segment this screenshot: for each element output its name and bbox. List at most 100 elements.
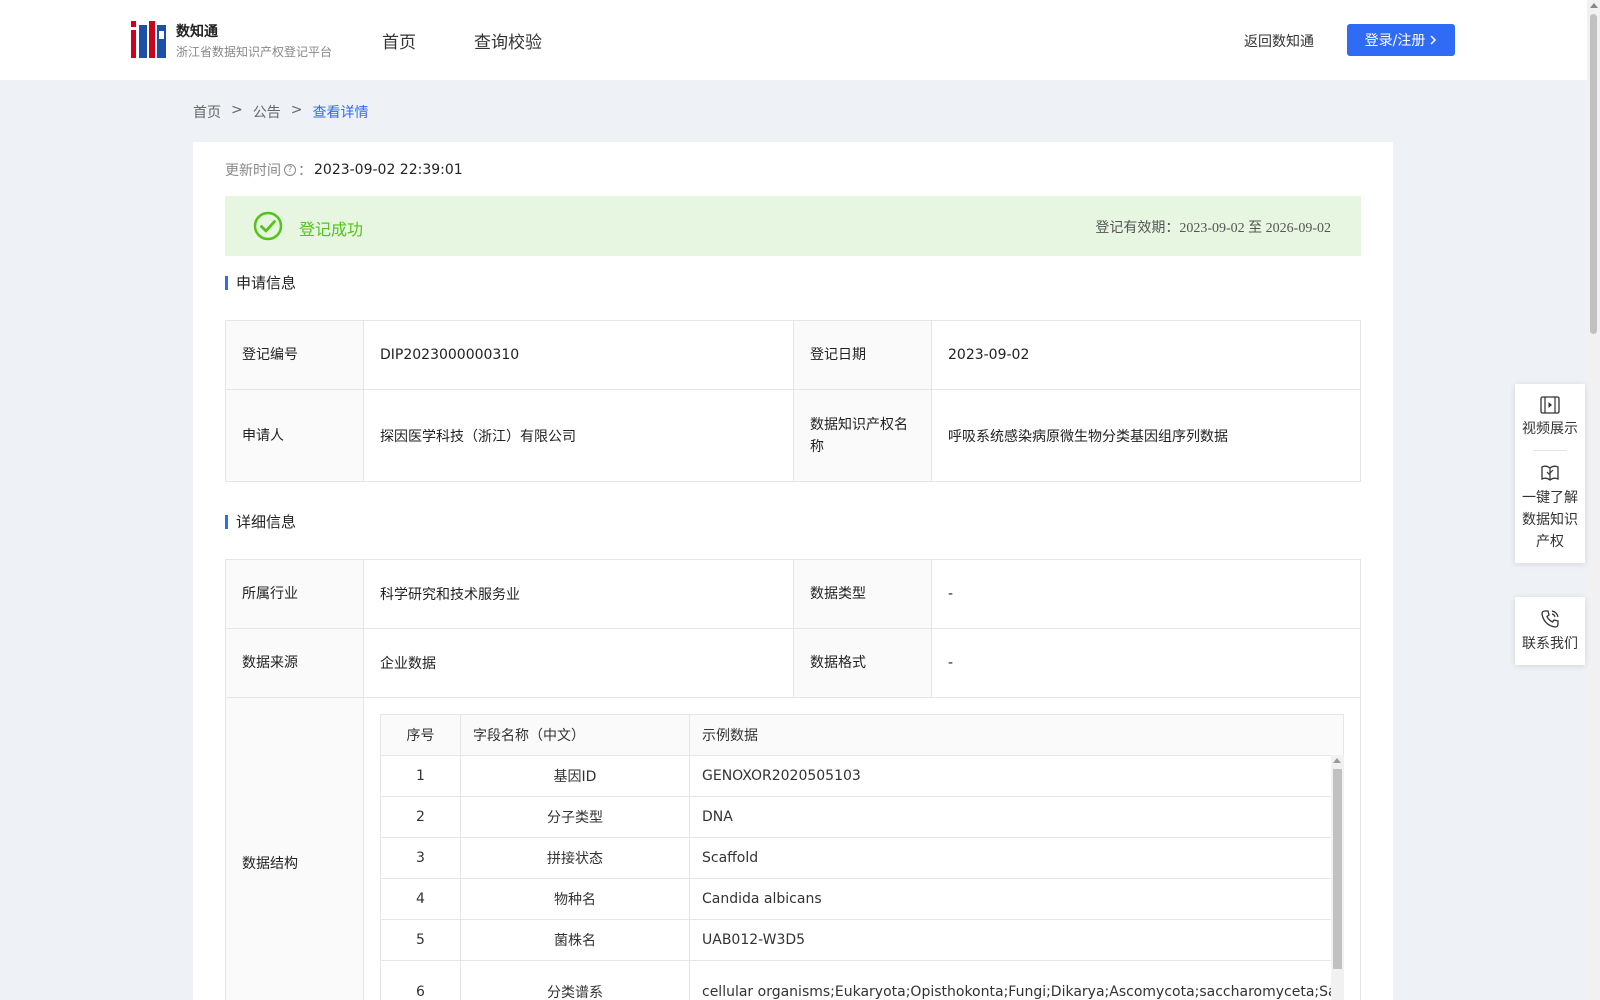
data-structure-label: 数据结构 — [225, 697, 364, 1000]
page-scrollbar[interactable] — [1587, 0, 1600, 1000]
brand-logo-icon[interactable] — [131, 21, 166, 58]
row-field: 基因ID — [460, 755, 690, 797]
scroll-up-arrow-icon[interactable] — [1590, 3, 1598, 8]
breadcrumb-announcement[interactable]: 公告 — [253, 102, 281, 122]
row-field: 分类谱系 — [460, 960, 690, 1000]
validity-range: 2023-09-02 至 2026-09-02 — [1179, 221, 1331, 236]
learn-data-ip-button[interactable]: 一键了解数据知识产权 — [1515, 451, 1585, 563]
phone-icon — [1541, 610, 1559, 628]
video-showcase-label: 视频展示 — [1522, 421, 1578, 437]
row-no: 4 — [380, 878, 461, 920]
col-header-no: 序号 — [380, 714, 461, 756]
breadcrumb: 首页 > 公告 > 查看详情 — [193, 102, 368, 122]
data-type-value: - — [931, 559, 1361, 629]
video-showcase-button[interactable]: 视频展示 — [1515, 384, 1585, 450]
table-row: 申请人 探因医学科技（浙江）有限公司 数据知识产权名称 呼吸系统感染病原微生物分… — [225, 389, 1361, 482]
data-format-label: 数据格式 — [793, 628, 932, 698]
row-no: 6 — [380, 960, 461, 1000]
table-row: 数据结构 序号 字段名称（中文） 示例数据 1 基因ID GENOXOR2020… — [225, 697, 1361, 1000]
ip-name-label: 数据知识产权名称 — [793, 389, 932, 482]
table-row: 2 分子类型 DNA — [380, 796, 1344, 838]
registration-status-banner: 登记成功 登记有效期：2023-09-02 至 2026-09-02 — [225, 196, 1361, 256]
data-format-value: - — [931, 628, 1361, 698]
row-field: 分子类型 — [460, 796, 690, 838]
row-sample: Scaffold — [689, 837, 1344, 879]
scroll-up-arrow-icon[interactable] — [1333, 758, 1341, 763]
learn-data-ip-label: 一键了解数据知识产权 — [1522, 490, 1578, 550]
table-row: 所属行业 科学研究和技术服务业 数据类型 - — [225, 559, 1361, 629]
row-sample: DNA — [689, 796, 1344, 838]
data-structure-cell: 序号 字段名称（中文） 示例数据 1 基因ID GENOXOR202050510… — [363, 697, 1361, 1000]
data-source-label: 数据来源 — [225, 628, 364, 698]
row-sample: GENOXOR2020505103 — [689, 755, 1344, 797]
heading-accent-bar — [225, 514, 228, 529]
contact-us-button[interactable]: 联系我们 — [1515, 597, 1585, 665]
detail-info-title: 详细信息 — [236, 513, 297, 531]
back-to-shuzhitong-link[interactable]: 返回数知通 — [1244, 31, 1314, 51]
inner-table-scrollbar[interactable] — [1331, 755, 1344, 1000]
status-text: 登记成功 — [299, 220, 364, 239]
table-row: 5 菌株名 UAB012-W3D5 — [380, 919, 1344, 961]
reg-date-label: 登记日期 — [793, 320, 932, 390]
check-circle-icon — [253, 211, 283, 241]
table-row: 数据来源 企业数据 数据格式 - — [225, 628, 1361, 698]
data-source-value: 企业数据 — [363, 628, 794, 698]
reg-no-value: DIP2023000000310 — [363, 320, 794, 390]
industry-value: 科学研究和技术服务业 — [363, 559, 794, 629]
contact-us-label: 联系我们 — [1522, 636, 1578, 652]
row-sample: cellular organisms;Eukaryota;Opisthokont… — [689, 960, 1344, 1000]
heading-accent-bar — [225, 275, 228, 290]
table-row: 6 分类谱系 cellular organisms;Eukaryota;Opis… — [380, 960, 1344, 1000]
row-field: 菌株名 — [460, 919, 690, 961]
reg-no-label: 登记编号 — [225, 320, 364, 390]
breadcrumb-separator: > — [231, 102, 243, 118]
inner-scrollbar-thumb[interactable] — [1333, 769, 1342, 969]
breadcrumb-home[interactable]: 首页 — [193, 102, 221, 122]
detail-card: 更新时间 ? ： 2023-09-02 22:39:01 登记成功 登记有效期：… — [193, 142, 1393, 1000]
login-register-label: 登录/注册 — [1364, 33, 1426, 49]
breadcrumb-separator: > — [290, 102, 303, 118]
detail-info-heading: 详细信息 — [225, 511, 296, 532]
reg-date-value: 2023-09-02 — [931, 320, 1361, 390]
update-time-label: 更新时间 — [225, 163, 281, 179]
row-sample: Candida albicans — [689, 878, 1344, 920]
table-row: 登记编号 DIP2023000000310 登记日期 2023-09-02 — [225, 320, 1361, 390]
help-question-icon[interactable]: ? — [284, 164, 296, 176]
login-register-button[interactable]: 登录/注册 — [1347, 24, 1455, 56]
row-field: 物种名 — [460, 878, 690, 920]
table-header-row: 序号 字段名称（中文） 示例数据 — [380, 714, 1344, 756]
application-info-table: 登记编号 DIP2023000000310 登记日期 2023-09-02 申请… — [225, 320, 1361, 482]
table-row: 3 拼接状态 Scaffold — [380, 837, 1344, 879]
side-panel-bottom: 联系我们 — [1515, 597, 1585, 665]
data-type-label: 数据类型 — [793, 559, 932, 629]
nav-query-verify[interactable]: 查询校验 — [474, 28, 542, 53]
applicant-label: 申请人 — [225, 389, 364, 482]
detail-info-table: 所属行业 科学研究和技术服务业 数据类型 - 数据来源 企业数据 数据格式 - … — [225, 559, 1361, 1000]
scrollbar-thumb[interactable] — [1590, 14, 1597, 334]
validity-label: 登记有效期： — [1095, 220, 1180, 236]
book-icon — [1541, 465, 1559, 481]
row-no: 3 — [380, 837, 461, 879]
industry-label: 所属行业 — [225, 559, 364, 629]
nav-home[interactable]: 首页 — [382, 28, 416, 53]
col-header-sample: 示例数据 — [689, 714, 1344, 756]
validity-period: 登记有效期：2023-09-02 至 2026-09-02 — [1095, 217, 1331, 237]
application-info-title: 申请信息 — [236, 274, 297, 292]
table-row: 1 基因ID GENOXOR2020505103 — [380, 755, 1344, 797]
update-time-row: 更新时间 ? ： 2023-09-02 22:39:01 — [225, 160, 463, 180]
applicant-value: 探因医学科技（浙江）有限公司 — [363, 389, 794, 482]
row-field: 拼接状态 — [460, 837, 690, 879]
data-structure-table: 序号 字段名称（中文） 示例数据 1 基因ID GENOXOR202050510… — [380, 714, 1344, 1000]
brand-title: 数知通 — [176, 24, 218, 40]
data-structure-scroll-area[interactable]: 序号 字段名称（中文） 示例数据 1 基因ID GENOXOR202050510… — [380, 714, 1344, 1000]
row-no: 1 — [380, 755, 461, 797]
chevron-right-icon — [1430, 35, 1437, 45]
side-panel-top: 视频展示 一键了解数据知识产权 — [1515, 384, 1585, 563]
brand-subtitle: 浙江省数据知识产权登记平台 — [176, 45, 333, 59]
breadcrumb-current: 查看详情 — [312, 105, 369, 121]
top-navbar: 数知通 浙江省数据知识产权登记平台 首页 查询校验 返回数知通 登录/注册 — [0, 0, 1587, 80]
row-no: 5 — [380, 919, 461, 961]
row-sample: UAB012-W3D5 — [689, 919, 1344, 961]
update-time-colon: ： — [298, 163, 312, 179]
update-time-value: 2023-09-02 22:39:01 — [314, 162, 463, 178]
